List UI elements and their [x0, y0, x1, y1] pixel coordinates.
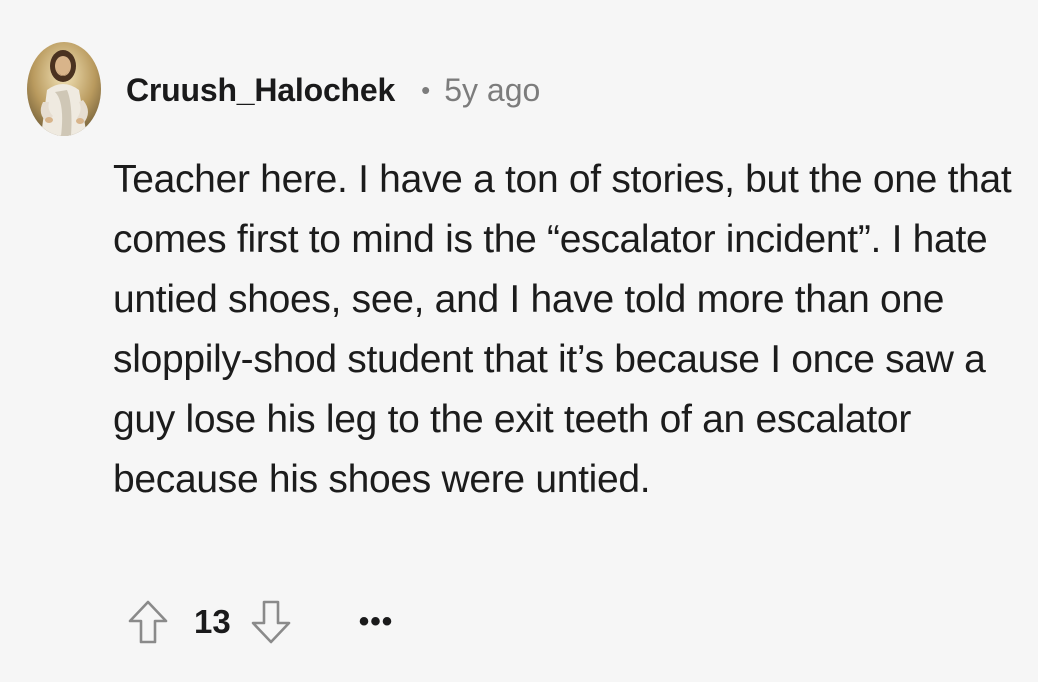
author-username[interactable]: Cruush_Halochek	[126, 72, 395, 109]
downvote-button[interactable]	[247, 596, 295, 648]
upvote-button[interactable]	[124, 596, 172, 648]
comment-header: Cruush_Halochek • 5y ago	[126, 70, 540, 110]
comment-body: Teacher here. I have a ton of stories, b…	[113, 150, 1013, 510]
comment-text: Teacher here. I have a ton of stories, b…	[113, 158, 1012, 501]
vote-score: 13	[194, 603, 231, 640]
comment-timestamp[interactable]: 5y ago	[444, 72, 540, 109]
user-avatar-portrait-icon	[27, 42, 101, 136]
more-options-button[interactable]: •••	[359, 596, 394, 648]
arrow-down-outline-icon	[251, 600, 291, 644]
meta-separator: •	[421, 74, 431, 105]
comment-card: Cruush_Halochek • 5y ago Teacher here. I…	[0, 0, 1038, 682]
avatar[interactable]	[27, 42, 101, 136]
comment-actions: 13 •••	[124, 596, 393, 648]
arrow-up-outline-icon	[128, 600, 168, 644]
